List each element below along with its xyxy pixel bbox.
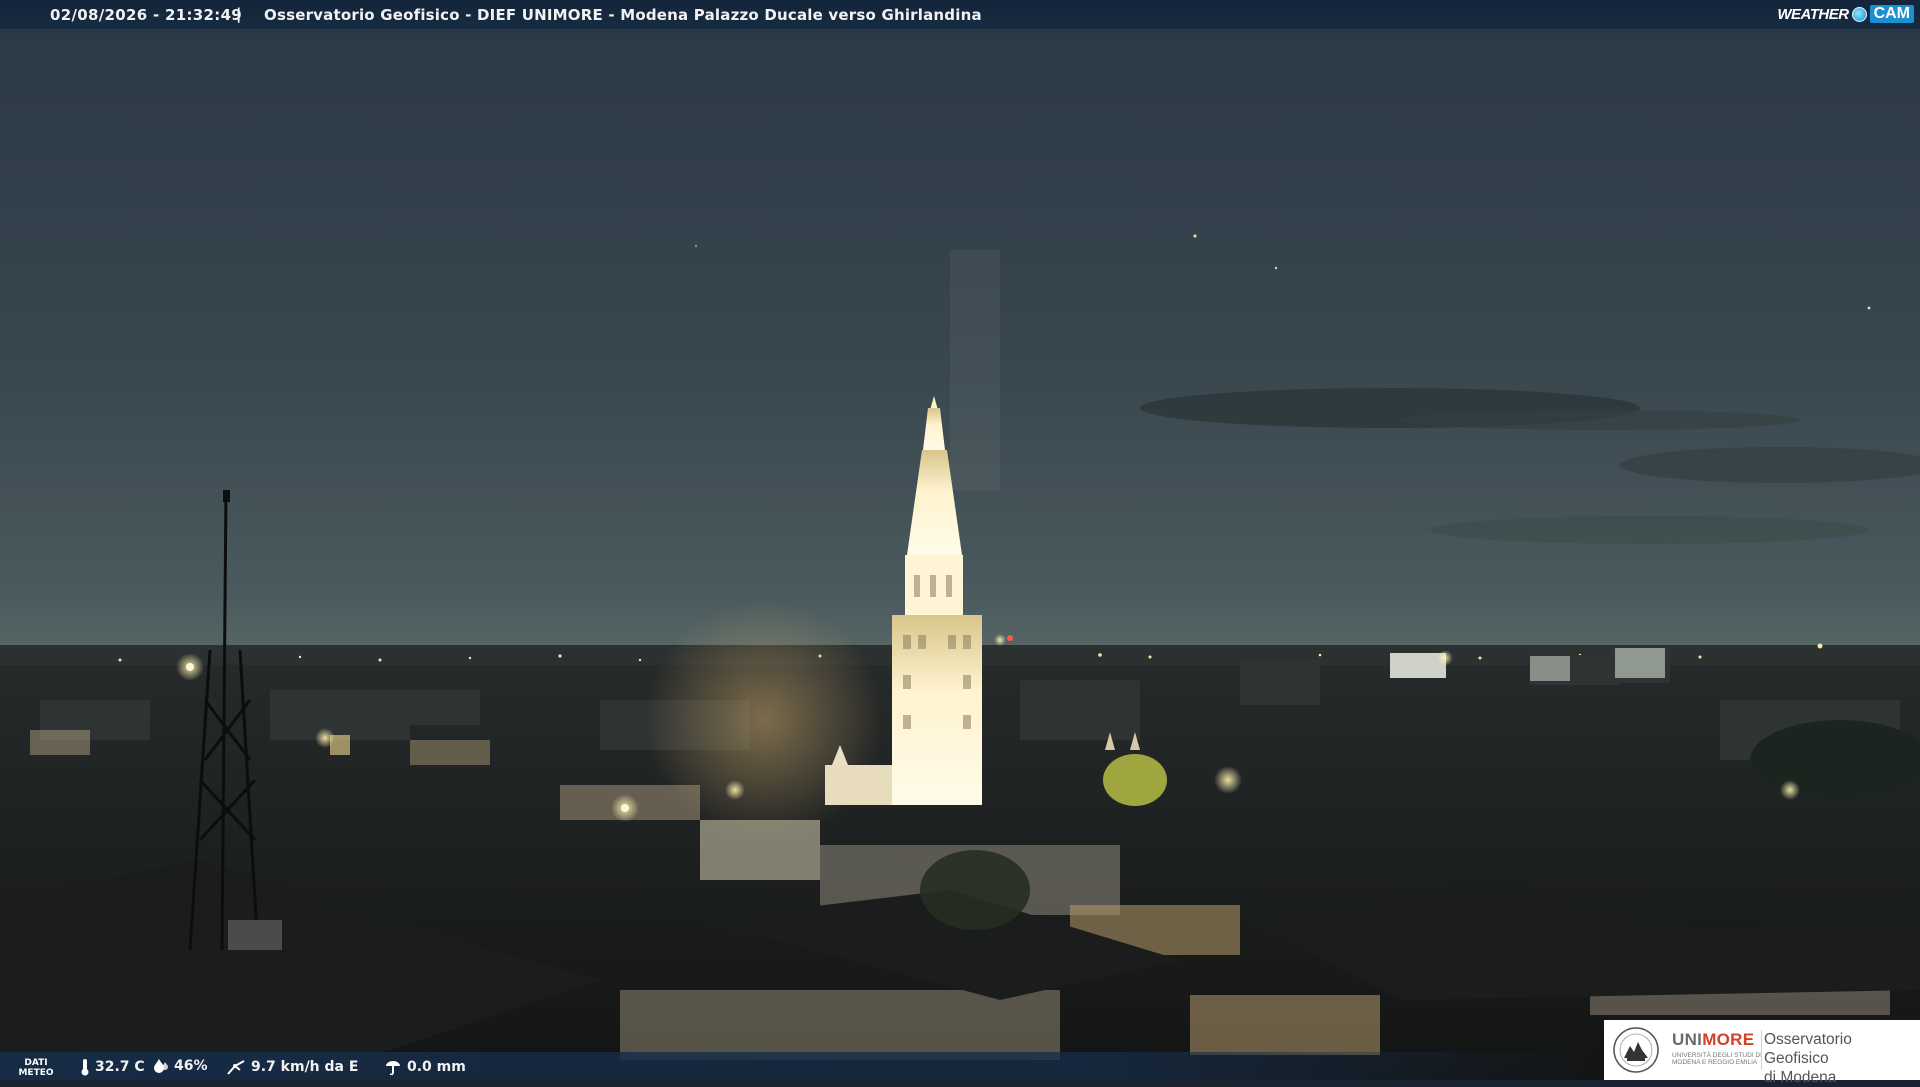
rain-readout: 0.0 mm [384, 1058, 466, 1076]
rain-gauge-icon [386, 1061, 400, 1076]
camera-title: Osservatorio Geofisico - DIEF UNIMORE - … [264, 6, 982, 24]
observatory-line2: di Modena [1764, 1069, 1837, 1086]
weathercam-logo: WEATHER CAM [1777, 3, 1914, 25]
humidity-readout: 46% [153, 1058, 208, 1074]
observatory-name: Osservatorio Geofisico di Modena [1764, 1030, 1920, 1087]
university-name: UNIMORE [1672, 1030, 1754, 1050]
weather-label-line2: METEO [18, 1068, 54, 1078]
thermometer-icon [81, 1059, 89, 1076]
university-seal-icon [1613, 1027, 1659, 1073]
globe-icon [1851, 6, 1867, 22]
temperature-readout: 32.7 C [80, 1058, 145, 1076]
wind-readout: 9.7 km/h da E [226, 1058, 358, 1076]
university-name-uni: UNI [1672, 1030, 1703, 1049]
temperature-value: 32.7 C [95, 1059, 145, 1075]
institution-logo: UNIMORE UNIVERSITÀ DEGLI STUDI DI MODENA… [1604, 1020, 1920, 1086]
weather-label-line1: DATI [24, 1058, 48, 1068]
logo-divider [1761, 1030, 1762, 1070]
wind-icon [227, 1060, 245, 1075]
brand-part2: CAM [1869, 5, 1914, 23]
rain-value: 0.0 mm [407, 1059, 466, 1075]
droplet-icon [154, 1059, 168, 1073]
humidity-value: 46% [174, 1058, 208, 1074]
wind-value: 9.7 km/h da E [251, 1059, 359, 1075]
university-name-more: MORE [1702, 1030, 1755, 1049]
weather-bar: DATI METEO 32.7 C 46% 9.7 km/h da E 0.0 … [0, 1052, 1600, 1080]
weather-data-label: DATI METEO [14, 1058, 58, 1078]
timestamp: 02/08/2026 - 21:32:49 [50, 6, 243, 24]
header-separator: | [236, 5, 242, 23]
university-subtitle: UNIVERSITÀ DEGLI STUDI DI MODENA E REGGI… [1672, 1052, 1762, 1066]
webcam-image [0, 0, 1920, 1080]
brand-part1: WEATHER [1777, 5, 1849, 23]
observatory-line1: Osservatorio Geofisico [1764, 1031, 1852, 1067]
header-bar: 02/08/2026 - 21:32:49 | Osservatorio Geo… [0, 0, 1920, 29]
